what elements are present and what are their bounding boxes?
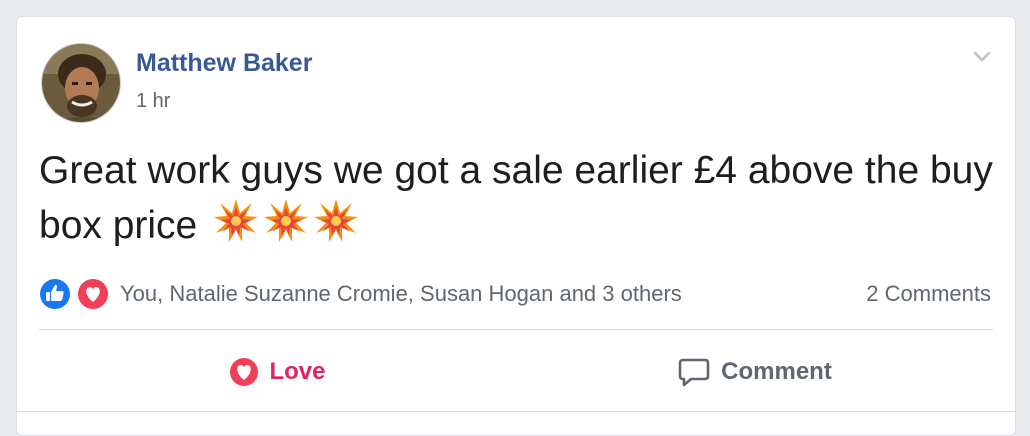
comment-icon	[678, 358, 710, 387]
post-body: Great work guys we got a sale earlier £4…	[39, 144, 999, 252]
comment-button[interactable]: Comment	[516, 335, 993, 409]
love-icon	[76, 277, 110, 311]
love-button[interactable]: Love	[39, 335, 516, 409]
action-bar: Love Comment	[39, 335, 993, 409]
love-icon	[230, 358, 259, 386]
emoji-group	[212, 197, 360, 245]
post-card: Matthew Baker 1 hr Great work guys we go…	[16, 16, 1016, 436]
reaction-icons[interactable]	[37, 276, 115, 312]
post-timestamp[interactable]: 1 hr	[136, 90, 170, 113]
comments-count[interactable]: 2 Comments	[866, 281, 991, 307]
reactions-summary[interactable]: You, Natalie Suzanne Cromie, Susan Hogan…	[120, 281, 682, 307]
collision-emoji-icon	[314, 199, 359, 242]
post-text: Great work guys we got a sale earlier £4…	[39, 149, 993, 247]
divider	[17, 411, 1015, 412]
collision-emoji-icon	[214, 199, 259, 242]
divider	[39, 329, 993, 330]
author-name[interactable]: Matthew Baker	[136, 49, 312, 78]
like-icon	[38, 277, 72, 311]
collision-emoji-icon	[264, 199, 309, 242]
comment-label: Comment	[721, 358, 832, 385]
chevron-down-icon[interactable]	[971, 45, 993, 67]
love-label: Love	[269, 358, 326, 385]
avatar[interactable]	[41, 43, 121, 123]
